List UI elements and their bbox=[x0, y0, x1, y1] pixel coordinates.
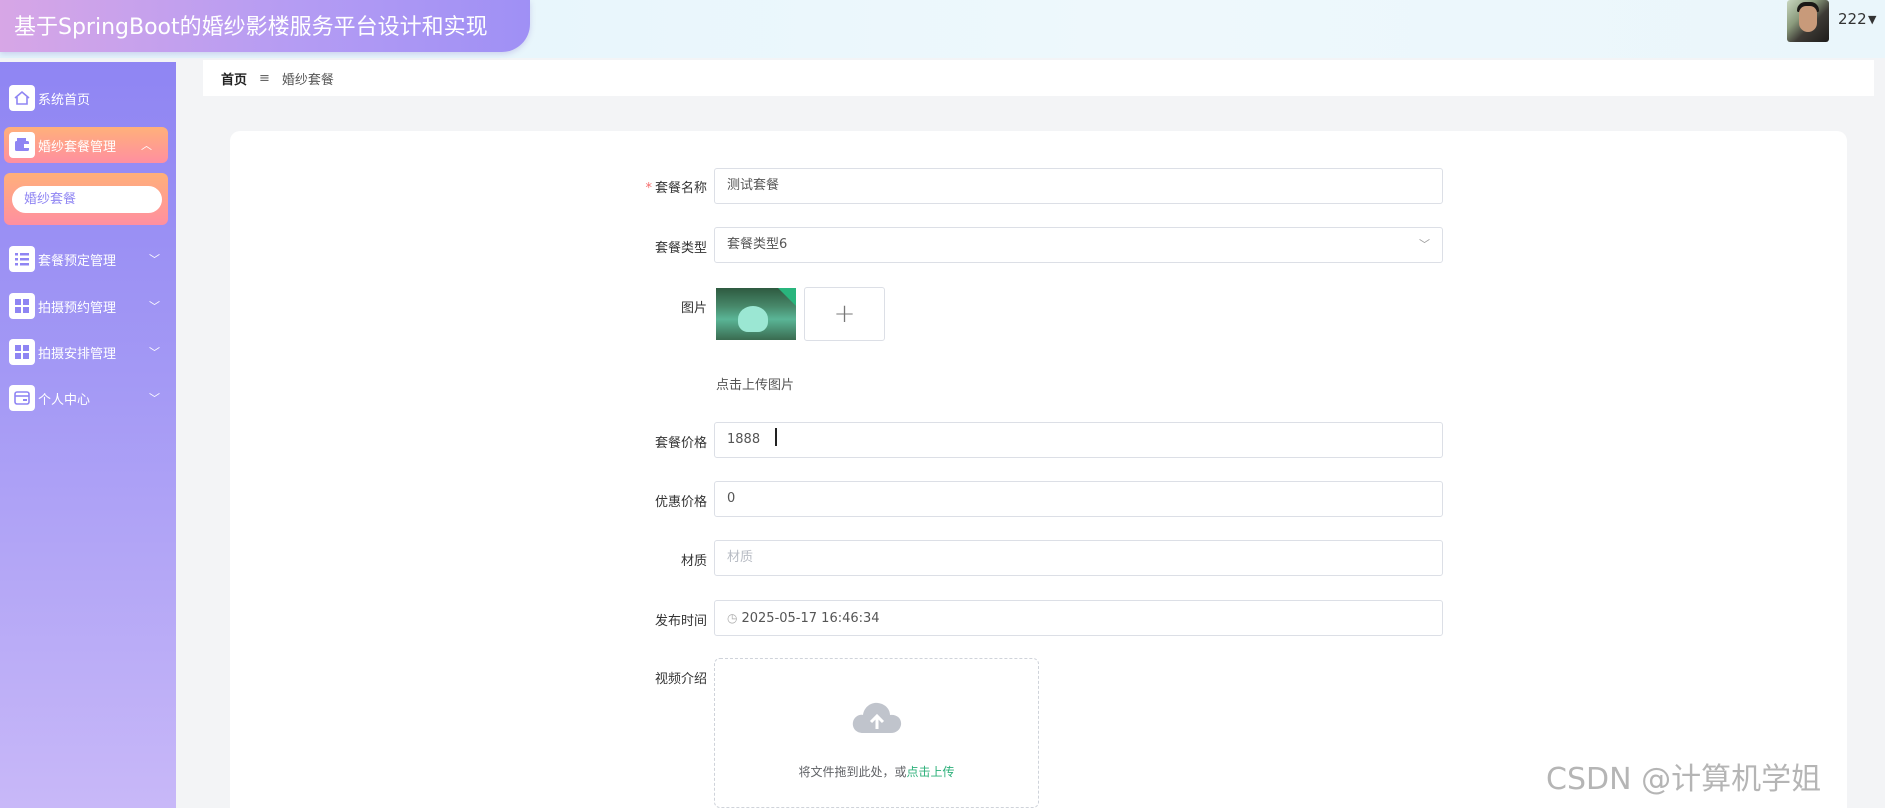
caret-down-icon[interactable]: ▼ bbox=[1868, 13, 1876, 26]
type-label: 套餐类型 bbox=[654, 241, 707, 256]
submenu-item-wedding-package[interactable]: 婚纱套餐 bbox=[12, 186, 162, 213]
image-upload-button[interactable]: + bbox=[804, 287, 885, 341]
thumbnail-subject bbox=[738, 306, 768, 332]
material-input[interactable]: 材质 bbox=[714, 540, 1443, 576]
click-upload-link[interactable]: 点击上传 bbox=[907, 765, 955, 779]
dragger-text: 将文件拖到此处，或点击上传 bbox=[715, 763, 1038, 780]
sidebar-item-label: 婚纱套餐管理 bbox=[38, 139, 117, 155]
clock-icon: ◷ bbox=[727, 611, 738, 625]
grid-icon bbox=[9, 339, 35, 365]
name-label-text: 套餐名称 bbox=[654, 181, 707, 196]
top-header: 基于SpringBoot的婚纱影楼服务平台设计和实现 222 ▼ bbox=[0, 0, 1885, 58]
sidebar-item-label: 系统首页 bbox=[38, 92, 91, 108]
uploaded-image-thumbnail[interactable] bbox=[716, 288, 796, 340]
package-type-select[interactable]: 套餐类型6 ﹀ bbox=[714, 227, 1443, 263]
name-label: * 套餐名称 bbox=[587, 177, 707, 196]
price-label: 套餐价格 bbox=[654, 436, 707, 451]
dragger-instruction: 将文件拖到此处，或 bbox=[798, 765, 907, 779]
sidebar-item-shoot-appointment[interactable]: 拍摄预约管理 ﹀ bbox=[0, 286, 176, 326]
username[interactable]: 222 bbox=[1838, 10, 1867, 28]
breadcrumb-current: 婚纱套餐 bbox=[281, 72, 334, 88]
image-label: 图片 bbox=[680, 301, 707, 316]
package-name-input[interactable]: 测试套餐 bbox=[714, 168, 1443, 204]
sidebar-item-label: 个人中心 bbox=[38, 392, 91, 408]
chevron-down-icon: ﹀ bbox=[149, 346, 160, 359]
card-icon bbox=[9, 385, 35, 411]
plus-icon: + bbox=[833, 299, 856, 329]
publish-time-picker[interactable]: ◷ 2025-05-17 16:46:34 bbox=[714, 600, 1443, 636]
sidebar-item-label: 拍摄安排管理 bbox=[38, 346, 117, 362]
sidebar-item-home[interactable]: 系统首页 bbox=[0, 78, 176, 118]
sidebar-item-label: 套餐预定管理 bbox=[38, 253, 117, 269]
package-price-input[interactable]: 1888 bbox=[714, 422, 1443, 458]
publish-time-value: 2025-05-17 16:46:34 bbox=[741, 611, 880, 626]
thumbnail-corner-badge bbox=[778, 288, 796, 306]
material-label: 材质 bbox=[680, 554, 707, 569]
app-title-bar: 基于SpringBoot的婚纱影楼服务平台设计和实现 bbox=[0, 0, 530, 52]
sidebar-item-label: 拍摄预约管理 bbox=[38, 300, 117, 316]
video-label: 视频介绍 bbox=[654, 672, 707, 687]
text-cursor-icon bbox=[775, 428, 777, 446]
watermark: CSDN @计算机学姐 bbox=[1546, 762, 1822, 797]
discount-price-input[interactable]: 0 bbox=[714, 481, 1443, 517]
submenu-container: 婚纱套餐 bbox=[4, 173, 168, 225]
cloud-upload-icon bbox=[852, 702, 902, 733]
wallet-icon bbox=[9, 132, 35, 158]
sidebar: 系统首页 婚纱套餐管理 ︿ 婚纱套餐 套餐预定管理 ﹀ 拍摄预约管理 ﹀ 拍摄安… bbox=[0, 62, 176, 808]
discount-label: 优惠价格 bbox=[654, 495, 707, 510]
user-avatar[interactable] bbox=[1787, 0, 1829, 42]
breadcrumb-home[interactable]: 首页 bbox=[221, 69, 247, 88]
sidebar-item-personal-center[interactable]: 个人中心 ﹀ bbox=[0, 378, 176, 418]
publish-time-label: 发布时间 bbox=[654, 614, 707, 629]
chevron-up-icon: ︿ bbox=[141, 139, 152, 152]
sidebar-item-booking-management[interactable]: 套餐预定管理 ﹀ bbox=[0, 239, 176, 279]
breadcrumb-separator-icon: ≡ bbox=[259, 70, 270, 86]
video-upload-dragger[interactable]: 将文件拖到此处，或点击上传 bbox=[714, 658, 1039, 808]
required-star: * bbox=[645, 181, 652, 196]
chevron-down-icon: ﹀ bbox=[149, 392, 160, 405]
chevron-down-icon: ﹀ bbox=[149, 253, 160, 266]
avatar-face bbox=[1799, 6, 1817, 32]
sidebar-item-shoot-schedule[interactable]: 拍摄安排管理 ﹀ bbox=[0, 332, 176, 372]
chevron-down-icon: ﹀ bbox=[1419, 238, 1430, 251]
package-type-value: 套餐类型6 bbox=[727, 237, 788, 252]
sidebar-item-package-management[interactable]: 婚纱套餐管理 ︿ bbox=[4, 127, 168, 163]
home-icon bbox=[9, 85, 35, 111]
image-upload-hint: 点击上传图片 bbox=[716, 378, 795, 393]
app-title: 基于SpringBoot的婚纱影楼服务平台设计和实现 bbox=[14, 15, 488, 40]
breadcrumb: 首页 ≡ 婚纱套餐 bbox=[203, 60, 1874, 96]
chevron-down-icon: ﹀ bbox=[149, 300, 160, 313]
list-icon bbox=[9, 246, 35, 272]
grid-icon bbox=[9, 293, 35, 319]
